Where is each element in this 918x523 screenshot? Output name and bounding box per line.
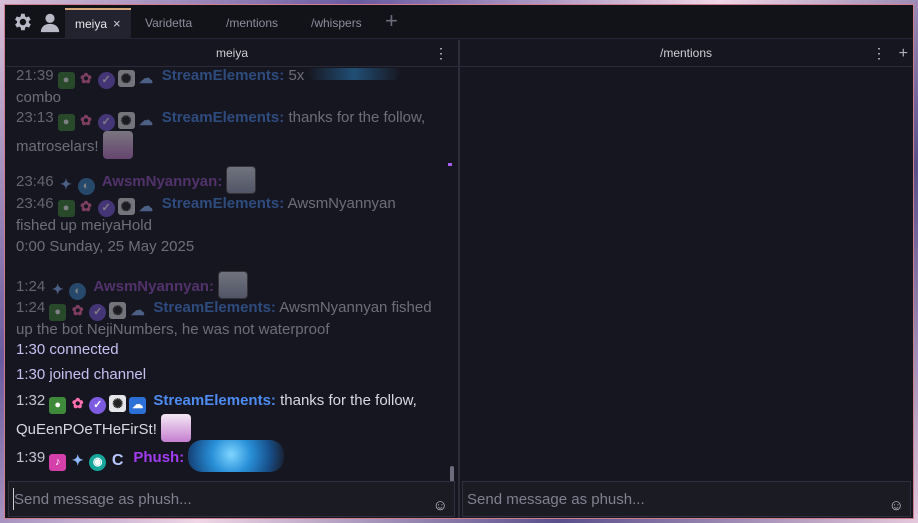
split-header: /mentions ⋮ + bbox=[460, 40, 912, 67]
badge-icon: ✿ bbox=[71, 302, 84, 318]
tab-label: Varidetta bbox=[145, 16, 193, 30]
badge-icon: ◉ bbox=[89, 454, 107, 471]
ship-badge-icon: ☁ bbox=[139, 198, 154, 214]
chat-message: 23:46 ✦ ◐ AwsmNyannyan: bbox=[16, 166, 446, 195]
badge-icon: ● bbox=[57, 114, 75, 131]
badge-icon: ✿ bbox=[80, 198, 92, 214]
badge-icon: ✦ bbox=[71, 452, 84, 468]
chat-message: 21:39 ● ✿ ✓ ✺ ☁ StreamElements: 5x combo bbox=[16, 68, 446, 107]
message-list[interactable]: 21:39 ● ✿ ✓ ✺ ☁ StreamElements: 5x combo 23:1… bbox=[16, 68, 446, 480]
split-title: /mentions bbox=[659, 46, 713, 60]
gear-badge-icon: ✺ bbox=[117, 198, 135, 215]
ship-badge-icon: ☁ bbox=[129, 397, 147, 414]
ship-badge-icon: ☁ bbox=[130, 302, 145, 318]
system-message: 1:30 connected bbox=[16, 341, 119, 358]
chat-message: 23:46 ● ✿ ✓ ✺ ☁ StreamElements: AwsmNyannyan … bbox=[16, 195, 396, 234]
user-icon[interactable] bbox=[39, 11, 61, 33]
gear-badge-icon: ✺ bbox=[109, 395, 127, 412]
badge-icon: ✦ bbox=[51, 281, 64, 297]
tab-whispers[interactable]: /whispers bbox=[301, 8, 372, 39]
emote bbox=[188, 440, 285, 472]
scrollbar[interactable] bbox=[450, 466, 454, 482]
add-split-button[interactable]: + bbox=[899, 40, 908, 67]
badge-icon: ● bbox=[57, 200, 75, 217]
unread-marker bbox=[448, 163, 452, 166]
split-menu-icon[interactable]: ⋮ bbox=[434, 40, 448, 67]
split-mentions: /mentions ⋮ + bbox=[460, 40, 912, 482]
badge-icon: ● bbox=[57, 72, 75, 89]
chat-message: 1:24 ✦ ◐ AwsmNyannyan: bbox=[16, 271, 446, 300]
date-separator: 0:00 Sunday, 25 May 2025 bbox=[16, 238, 195, 255]
emote bbox=[226, 166, 257, 194]
badge-icon: ✿ bbox=[71, 395, 84, 411]
globe-badge-icon: ◐ bbox=[77, 178, 95, 195]
verified-badge-icon: ✓ bbox=[89, 304, 107, 321]
split-menu-icon[interactable]: ⋮ bbox=[872, 40, 886, 67]
c-badge-icon: C bbox=[111, 452, 124, 469]
badge-icon: ♪ bbox=[49, 454, 67, 471]
verified-badge-icon: ✓ bbox=[89, 397, 107, 414]
emote bbox=[161, 414, 192, 442]
message-input-box: ☺ bbox=[462, 481, 911, 517]
badge-icon: ✿ bbox=[80, 70, 92, 86]
chat-message: 1:24 ● ✿ ✓ ✺ ☁ StreamElements: AwsmNyannyan f… bbox=[16, 299, 432, 338]
message-input-box: ☺ bbox=[8, 481, 455, 517]
gear-icon[interactable] bbox=[11, 11, 33, 33]
verified-badge-icon: ✓ bbox=[97, 72, 115, 89]
emoji-icon[interactable]: ☺ bbox=[889, 497, 904, 514]
tab-label: /mentions bbox=[226, 16, 279, 30]
verified-badge-icon: ✓ bbox=[97, 114, 115, 131]
ship-badge-icon: ☁ bbox=[139, 112, 154, 128]
emote bbox=[308, 68, 401, 80]
close-icon[interactable]: × bbox=[113, 16, 121, 31]
message-input[interactable] bbox=[467, 488, 867, 510]
add-tab-button[interactable]: + bbox=[385, 9, 398, 33]
ship-badge-icon: ☁ bbox=[139, 70, 154, 86]
split-meiya: meiya ⋮ 21:39 ● ✿ ✓ ✺ ☁ StreamElements: 5x co… bbox=[6, 40, 458, 482]
tab-varidetta[interactable]: Varidetta bbox=[135, 8, 213, 39]
chat-message: 1:39 ♪ ✦ ◉ C Phush: bbox=[16, 440, 446, 472]
badge-icon: ● bbox=[49, 397, 67, 414]
gear-badge-icon: ✺ bbox=[117, 70, 135, 87]
tab-mentions[interactable]: /mentions bbox=[216, 8, 288, 39]
app-window: meiya × Varidetta /mentions /whispers + m… bbox=[4, 4, 914, 519]
tab-meiya[interactable]: meiya × bbox=[65, 8, 131, 39]
emoji-icon[interactable]: ☺ bbox=[433, 497, 448, 514]
chat-message: 1:32 ● ✿ ✓ ✺ ☁ StreamElements: thanks for the… bbox=[16, 392, 446, 442]
chat-message: 23:13 ● ✿ ✓ ✺ ☁ StreamElements: thanks for th… bbox=[16, 109, 446, 161]
badge-icon: ✦ bbox=[60, 176, 72, 192]
message-input[interactable] bbox=[13, 488, 413, 510]
badge-icon: ✿ bbox=[80, 112, 92, 128]
split-header: meiya ⋮ bbox=[6, 40, 458, 67]
emote bbox=[102, 131, 133, 159]
system-message: 1:30 joined channel bbox=[16, 366, 147, 383]
split-title: meiya bbox=[215, 46, 248, 60]
badge-icon: ● bbox=[49, 304, 67, 321]
gear-badge-icon: ✺ bbox=[109, 302, 127, 319]
tab-label: /whispers bbox=[311, 16, 362, 30]
verified-badge-icon: ✓ bbox=[97, 200, 115, 217]
tab-bar: meiya × Varidetta /mentions /whispers + bbox=[5, 5, 913, 39]
tab-label: meiya bbox=[75, 17, 108, 31]
globe-badge-icon: ◐ bbox=[69, 283, 87, 300]
gear-badge-icon: ✺ bbox=[117, 112, 135, 129]
emote bbox=[218, 271, 249, 299]
